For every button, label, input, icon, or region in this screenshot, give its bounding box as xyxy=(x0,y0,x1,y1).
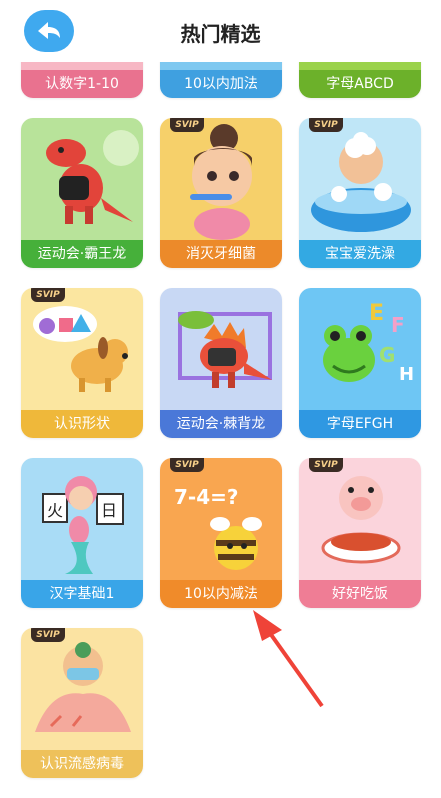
card-illustration xyxy=(160,118,282,240)
card-label: 10以内加法 xyxy=(160,70,282,98)
card-illustration xyxy=(299,118,421,240)
baby-bath-icon xyxy=(311,132,411,232)
svg-text:E: E xyxy=(369,301,384,326)
svip-badge: SVIP xyxy=(170,458,204,472)
card-label: 消灭牙细菌 xyxy=(160,240,282,268)
svg-text:F: F xyxy=(391,313,405,337)
card-illustration: 火 日 xyxy=(21,458,143,580)
card-illustration: E F G H xyxy=(299,288,421,410)
card-label: 宝宝爱洗澡 xyxy=(299,240,421,268)
card-label: 认识流感病毒 xyxy=(21,750,143,778)
course-card[interactable]: SVIP 消灭牙细菌 xyxy=(160,118,282,268)
bee-subtraction-icon: 7-4=? xyxy=(174,485,262,570)
card-label: 好好吃饭 xyxy=(299,580,421,608)
pig-noodles-icon xyxy=(321,476,401,564)
mermaid-icon: 火 日 xyxy=(42,476,124,574)
card-label: 认识形状 xyxy=(21,410,143,438)
card-illustration xyxy=(299,458,421,580)
flu-virus-icon xyxy=(35,642,131,732)
card-label: 字母EFGH xyxy=(299,410,421,438)
course-card[interactable]: 火 日 汉字基础1 xyxy=(21,458,143,608)
course-card[interactable]: SVIP 认识流感病毒 xyxy=(21,628,143,778)
course-card[interactable]: SVIP 宝宝爱洗澡 xyxy=(299,118,421,268)
card-illustration xyxy=(21,628,143,750)
card-illustration xyxy=(21,118,143,240)
svip-badge: SVIP xyxy=(31,288,65,302)
svg-text:H: H xyxy=(399,364,414,385)
course-card[interactable]: SVIP 好好吃饭 xyxy=(299,458,421,608)
svip-badge: SVIP xyxy=(170,118,204,132)
page-title: 热门精选 xyxy=(180,22,261,46)
spinosaurus-icon xyxy=(178,311,272,388)
course-card[interactable]: 运动会·霸王龙 xyxy=(21,118,143,268)
card-illustration xyxy=(21,288,143,410)
svg-text:7-4=?: 7-4=? xyxy=(174,485,239,509)
card-illustration: 7-4=? xyxy=(160,458,282,580)
svg-text:日: 日 xyxy=(101,501,117,520)
svip-badge: SVIP xyxy=(31,628,65,642)
course-card[interactable]: E F G H 字母EFGH xyxy=(299,288,421,438)
card-label: 字母ABCD xyxy=(299,70,421,98)
card-label: 运动会·棘背龙 xyxy=(160,410,282,438)
svg-text:G: G xyxy=(379,343,395,367)
course-card[interactable]: SVIP 认识形状 xyxy=(21,288,143,438)
card-label: 认数字1-10 xyxy=(21,70,143,98)
shapes-dog-icon xyxy=(33,306,128,392)
card-label: 汉字基础1 xyxy=(21,580,143,608)
svip-badge: SVIP xyxy=(309,458,343,472)
card-label: 10以内减法 xyxy=(160,580,282,608)
girl-brushing-teeth-icon xyxy=(190,124,252,240)
card-label: 运动会·霸王龙 xyxy=(21,240,143,268)
card-illustration xyxy=(160,288,282,410)
frog-letters-icon: E F G H xyxy=(323,301,414,385)
t-rex-icon xyxy=(46,130,139,224)
course-card[interactable]: 7-4=? SVIP 10以内减法 xyxy=(160,458,282,608)
svip-badge: SVIP xyxy=(309,118,343,132)
svg-text:火: 火 xyxy=(47,501,63,520)
top-bar: 热门精选 xyxy=(0,0,441,62)
course-card[interactable]: 运动会·棘背龙 xyxy=(160,288,282,438)
